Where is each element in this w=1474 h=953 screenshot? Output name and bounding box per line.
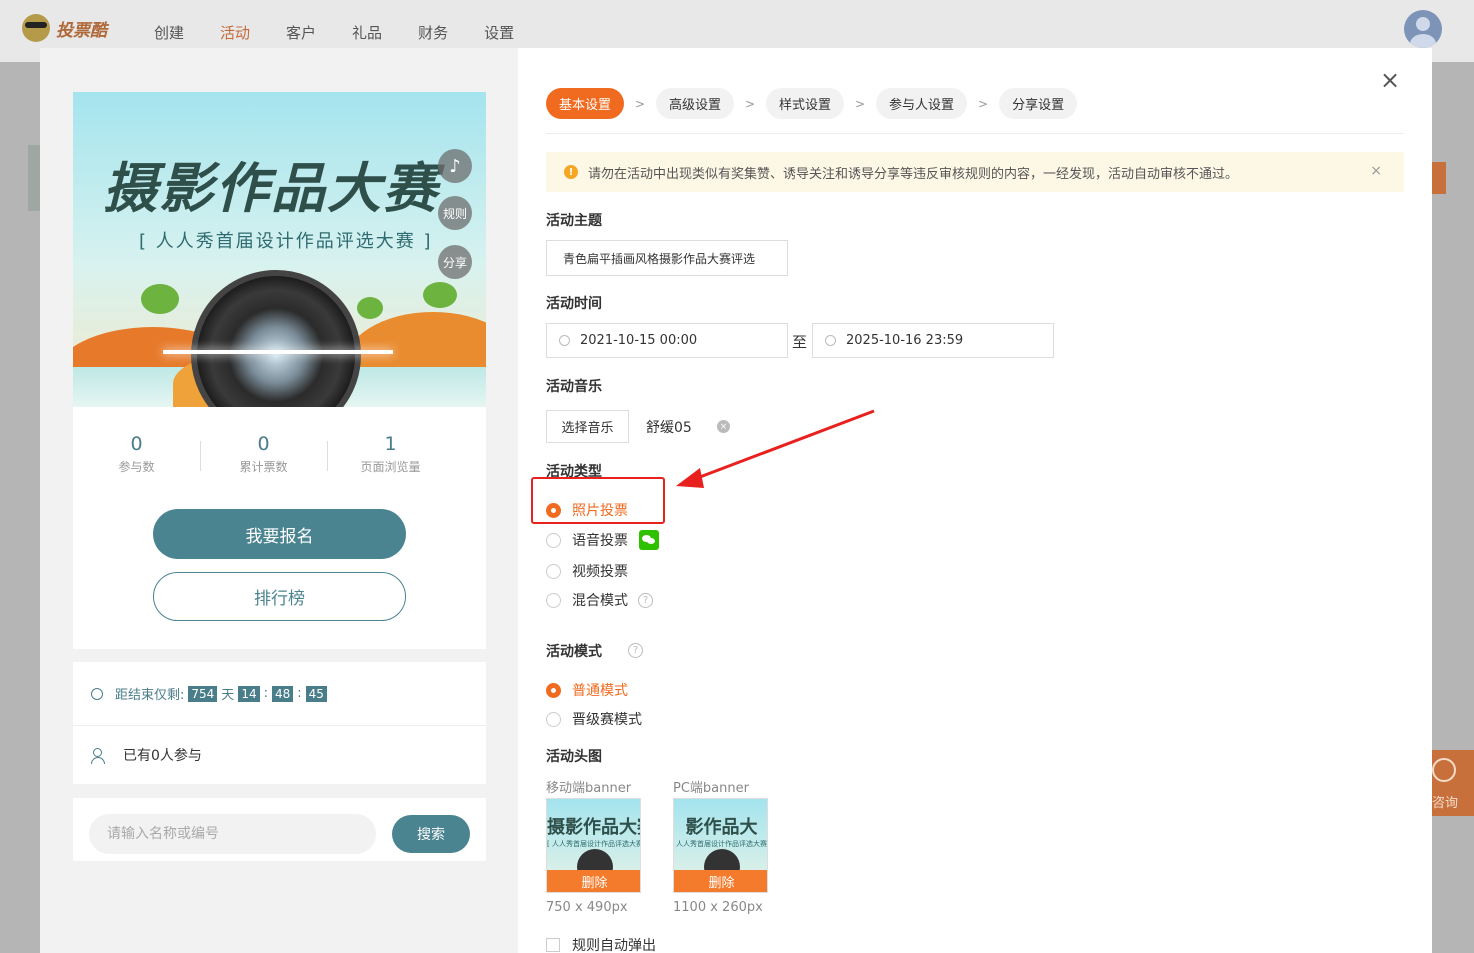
consult-button[interactable]: 咨询 bbox=[1432, 750, 1474, 816]
arrow-shaft bbox=[691, 409, 875, 482]
background-thumbnail bbox=[28, 145, 40, 211]
menu-item-customers[interactable]: 客户 bbox=[286, 22, 316, 43]
menu-item-create[interactable]: 创建 bbox=[154, 22, 184, 43]
user-avatar[interactable] bbox=[1404, 10, 1442, 48]
activity-settings-modal: 摄影作品大赛 [ 人人秀首届设计作品评选大赛 ] ♪ 规则 分享 0 参与数 0… bbox=[40, 48, 1432, 953]
menu-item-settings[interactable]: 设置 bbox=[484, 22, 514, 43]
background-button bbox=[1432, 162, 1446, 194]
menu-item-finance[interactable]: 财务 bbox=[418, 22, 448, 43]
logo-sunglasses-icon bbox=[22, 14, 50, 42]
menu-item-gifts[interactable]: 礼品 bbox=[352, 22, 382, 43]
main-menu: 创建 活动 客户 礼品 财务 设置 bbox=[154, 22, 514, 43]
arrow-head bbox=[676, 468, 704, 488]
menu-item-activity[interactable]: 活动 bbox=[220, 22, 250, 43]
chat-icon bbox=[1432, 758, 1456, 782]
brand-logo[interactable]: 投票酷 bbox=[22, 14, 107, 42]
red-arrow-annotation bbox=[676, 409, 875, 488]
brand-name: 投票酷 bbox=[56, 20, 107, 41]
consult-label: 咨询 bbox=[1432, 796, 1459, 811]
